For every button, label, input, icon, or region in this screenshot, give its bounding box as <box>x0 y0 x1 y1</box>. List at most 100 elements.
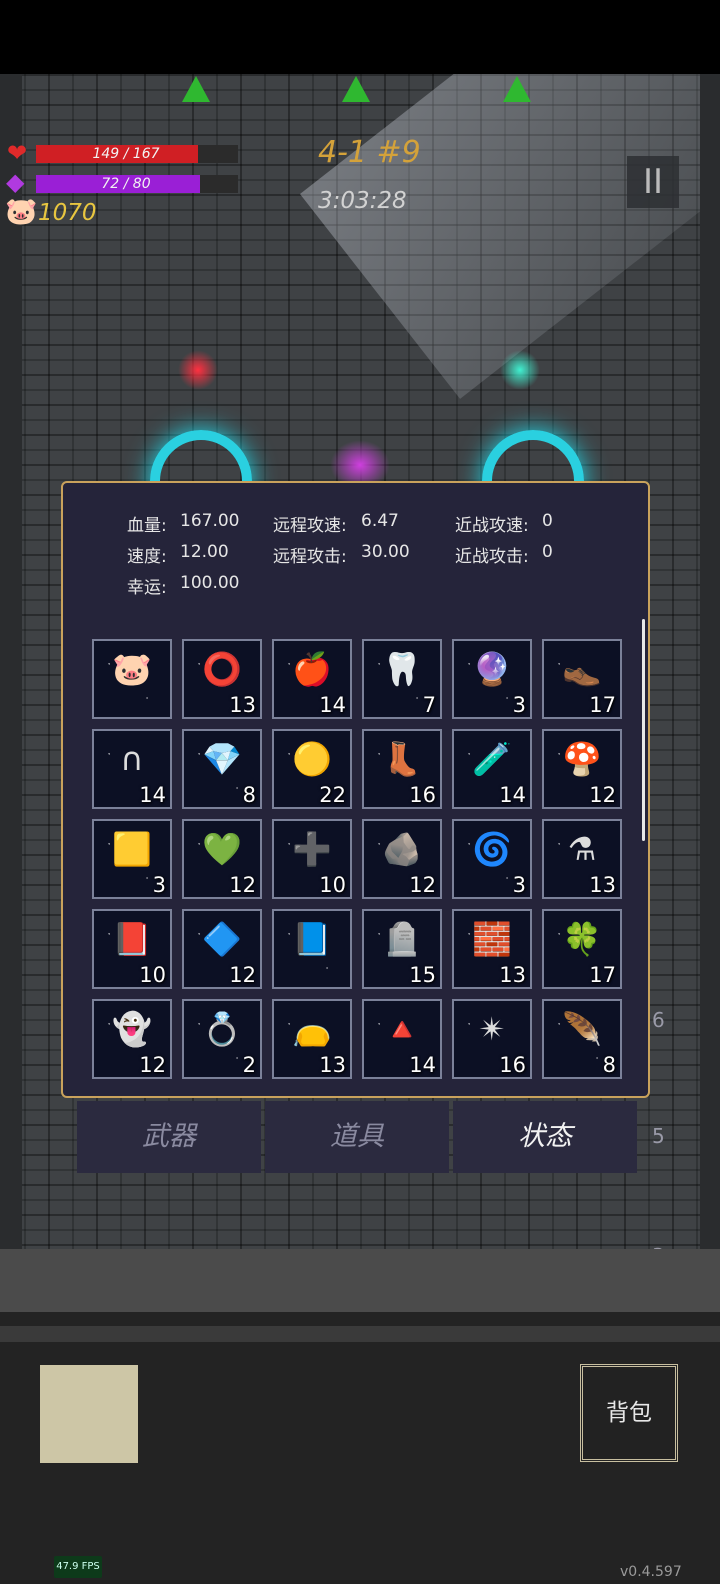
stone-icon: 🪨 <box>382 830 422 868</box>
tab-weapons[interactable]: 武器 <box>77 1101 261 1173</box>
item-slot-yellow-card[interactable]: 🟨 3 <box>92 819 172 899</box>
item-slot-gold-coin[interactable]: 🟡 22 <box>272 729 352 809</box>
horn-icon: 🦷 <box>382 650 422 688</box>
bag-button[interactable]: 背包 <box>580 1364 678 1462</box>
run-timer: 3:03:28 <box>318 188 407 214</box>
item-slot-horn[interactable]: 🦷 7 <box>362 639 442 719</box>
level-indicator: 4-1 #9 <box>318 135 421 170</box>
vial-icon: 🧪 <box>472 740 512 778</box>
item-slot-red-book[interactable]: 📕 10 <box>92 909 172 989</box>
status-panel: 血量: 167.00 远程攻速: 6.47 近战攻速: 0 速度: 12.00 … <box>61 481 650 1098</box>
item-slot-boots-pair[interactable]: 👞 17 <box>542 639 622 719</box>
item-count: 16 <box>409 783 436 807</box>
item-count: 12 <box>139 1053 166 1077</box>
mana-text: 72 / 80 <box>101 176 151 192</box>
silver-ring-icon: 💍 <box>202 1010 242 1048</box>
item-slot-pouch[interactable]: 👝 13 <box>272 999 352 1079</box>
item-slot-silver-ring[interactable]: 💍 2 <box>182 999 262 1079</box>
gold-ore-icon: 🧱 <box>472 920 512 958</box>
blue-tome-icon: 📘 <box>292 920 332 958</box>
item-slot-spiral-rune[interactable]: 🌀 3 <box>452 819 532 899</box>
item-slot-piggy-bank[interactable]: 🐷 <box>92 639 172 719</box>
pause-button[interactable]: II <box>627 156 679 208</box>
fps-counter: 47.9 FPS <box>54 1556 102 1578</box>
luck-label: 幸运: <box>127 578 167 598</box>
hp-value: 167.00 <box>180 511 240 531</box>
ranged-speed-value: 6.47 <box>361 511 399 531</box>
item-count: 12 <box>229 963 256 987</box>
item-slot-blue-tome[interactable]: 📘 <box>272 909 352 989</box>
item-slot-medkit[interactable]: ➕ 10 <box>272 819 352 899</box>
item-slot-red-crystal[interactable]: 🔺 14 <box>362 999 442 1079</box>
red-book-icon: 📕 <box>112 920 152 958</box>
spiky-star-icon: ✴ <box>478 1010 506 1048</box>
item-count: 15 <box>409 963 436 987</box>
mana-bar: 72 / 80 <box>36 175 238 193</box>
horseshoe-icon: ∩ <box>120 740 144 778</box>
coin-count: 1070 <box>38 200 97 226</box>
tombstone-icon: 🪦 <box>382 920 422 958</box>
tab-status[interactable]: 状态 <box>453 1101 637 1173</box>
exit-arrow-left-icon <box>182 76 210 102</box>
ranged-attack-value: 30.00 <box>361 542 410 562</box>
hp-label: 血量: <box>127 516 167 536</box>
item-slot-purple-gem[interactable]: 💎 8 <box>182 729 262 809</box>
ranged-attack-label: 远程攻击: <box>273 547 347 567</box>
health-text: 149 / 167 <box>92 146 160 162</box>
luck-value: 100.00 <box>180 573 240 593</box>
item-count: 14 <box>139 783 166 807</box>
item-count: 12 <box>409 873 436 897</box>
health-bar: 149 / 167 <box>36 145 238 163</box>
item-slot-ghost-cloak[interactable]: 👻 12 <box>92 999 172 1079</box>
item-slot-green-crystal[interactable]: 💚 12 <box>182 819 262 899</box>
item-slot-cyan-crystal[interactable]: 🔷 12 <box>182 909 262 989</box>
item-slot-purple-boots[interactable]: 👢 16 <box>362 729 442 809</box>
exit-arrow-center-icon <box>342 76 370 102</box>
purple-gem-icon: 💎 <box>202 740 242 778</box>
item-slot-gold-ore[interactable]: 🧱 13 <box>452 909 532 989</box>
item-slot-horseshoe[interactable]: ∩ 14 <box>92 729 172 809</box>
ghost-cloak-icon: 👻 <box>112 1010 152 1048</box>
item-count: 8 <box>602 1053 616 1077</box>
gold-coin-icon: 🟡 <box>292 740 332 778</box>
item-slot-green-potion[interactable]: ⚗ 13 <box>542 819 622 899</box>
item-slot-rainbow-orb[interactable]: 🔮 3 <box>452 639 532 719</box>
item-slot-vial[interactable]: 🧪 14 <box>452 729 532 809</box>
left-wall <box>0 74 22 1249</box>
thorn-crown-icon: ⭕ <box>202 650 242 688</box>
piggy-bank-icon: 🐷 <box>112 650 152 688</box>
item-slot-feather[interactable]: 🪶 8 <box>542 999 622 1079</box>
skill-slot[interactable] <box>40 1365 138 1463</box>
item-count: 22 <box>319 783 346 807</box>
item-count: 3 <box>512 873 526 897</box>
item-slot-clover[interactable]: 🍀 17 <box>542 909 622 989</box>
item-slot-spiky-star[interactable]: ✴ 16 <box>452 999 532 1079</box>
item-slot-stone[interactable]: 🪨 12 <box>362 819 442 899</box>
item-slot-thorn-crown[interactable]: ⭕ 13 <box>182 639 262 719</box>
speed-value: 12.00 <box>180 542 229 562</box>
tab-items[interactable]: 道具 <box>265 1101 449 1173</box>
item-count: 7 <box>422 693 436 717</box>
feather-icon: 🪶 <box>562 1010 602 1048</box>
top-black-bar <box>0 0 720 74</box>
purple-boots-icon: 👢 <box>382 740 422 778</box>
pig-icon: 🐷 <box>5 197 38 227</box>
melee-attack-value: 0 <box>542 542 553 562</box>
melee-attack-label: 近战攻击: <box>455 547 529 567</box>
pause-icon: II <box>642 162 664 202</box>
item-count: 17 <box>589 963 616 987</box>
rainbow-orb-icon: 🔮 <box>472 650 512 688</box>
clover-icon: 🍀 <box>562 920 602 958</box>
melee-speed-label: 近战攻速: <box>455 516 529 536</box>
item-slot-mushroom[interactable]: 🍄 12 <box>542 729 622 809</box>
boots-pair-icon: 👞 <box>562 650 602 688</box>
red-crystal-icon: 🔺 <box>382 1010 422 1048</box>
scrollbar[interactable] <box>642 619 645 841</box>
item-slot-tombstone[interactable]: 🪦 15 <box>362 909 442 989</box>
spiral-rune-icon: 🌀 <box>472 830 512 868</box>
diamond-icon: ◆ <box>6 168 25 196</box>
heart-icon: ❤ <box>7 139 28 167</box>
item-slot-apple[interactable]: 🍎 14 <box>272 639 352 719</box>
exit-arrow-right-icon <box>503 76 531 102</box>
item-count: 8 <box>242 783 256 807</box>
